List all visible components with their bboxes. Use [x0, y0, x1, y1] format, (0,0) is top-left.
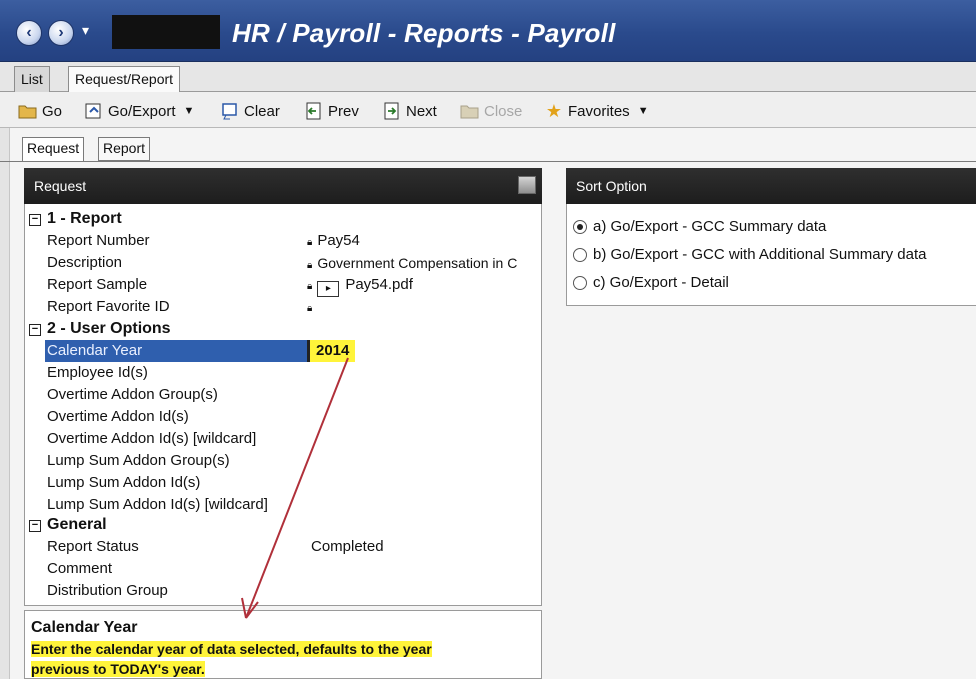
- lock-icon: 🔒︎: [307, 237, 313, 248]
- field-value[interactable]: 🔒︎ ▸ Pay54.pdf: [307, 274, 413, 298]
- field-label: Lump Sum Addon Group(s): [47, 452, 230, 469]
- sort-option-label: a) Go/Export - GCC Summary data: [593, 218, 827, 235]
- field-label: Description: [47, 254, 123, 271]
- next-label: Next: [406, 102, 437, 120]
- tab-report[interactable]: Report: [98, 137, 151, 161]
- back-arrow-icon[interactable]: ‹: [16, 20, 42, 46]
- tab-request[interactable]: Request: [22, 137, 85, 162]
- export-icon: [84, 102, 104, 120]
- favorites-button[interactable]: ★ Favorites ▼: [544, 100, 649, 122]
- group-user-options[interactable]: −2 - User Options: [29, 318, 171, 340]
- next-page-icon: [382, 102, 402, 120]
- field-value: 🔒︎: [307, 296, 317, 320]
- group-general[interactable]: − General: [29, 514, 107, 536]
- next-button[interactable]: Next: [382, 100, 437, 122]
- sort-option-label: b) Go/Export - GCC with Additional Summa…: [593, 246, 927, 263]
- title-bar: ‹ › ▾ HR / Payroll - Reports - Payroll: [0, 0, 976, 62]
- collapse-minus-icon[interactable]: −: [29, 520, 41, 532]
- field-label: Overtime Addon Group(s): [47, 386, 218, 403]
- radio-unselected[interactable]: [573, 248, 587, 262]
- lock-icon: 🔒︎: [307, 303, 313, 314]
- help-title: Calendar Year: [31, 619, 138, 636]
- clear-label: Clear: [244, 102, 280, 120]
- collapse-icon[interactable]: [518, 176, 536, 194]
- field-label: Lump Sum Addon Id(s): [47, 474, 201, 491]
- chevron-down-icon[interactable]: ▼: [184, 105, 195, 117]
- field-row[interactable]: Description 🔒︎ Government Compensation in…: [25, 252, 543, 274]
- pdf-icon: ▸: [317, 281, 340, 297]
- forward-arrow-icon[interactable]: ›: [48, 20, 74, 46]
- clear-button[interactable]: Clear: [220, 100, 280, 122]
- toolbar: Go Go/Export ▼ Clear Prev Next Close ★ F…: [0, 92, 976, 128]
- left-edge: [0, 128, 10, 679]
- favorites-label: Favorites: [568, 102, 630, 120]
- field-label: Distribution Group: [47, 582, 168, 599]
- tab-request-report[interactable]: Request/Report: [68, 66, 181, 93]
- sort-option-a[interactable]: a) Go/Export - GCC Summary data: [573, 216, 826, 238]
- clear-icon: [220, 102, 240, 120]
- field-label: Comment: [47, 560, 113, 577]
- help-text-line: Enter the calendar year of data selected…: [31, 641, 432, 657]
- radio-selected[interactable]: [573, 220, 587, 234]
- go-export-button[interactable]: Go/Export ▼: [84, 100, 194, 122]
- collapse-minus-icon[interactable]: −: [29, 324, 41, 336]
- help-panel: Calendar Year Enter the calendar year of…: [24, 610, 542, 679]
- close-button[interactable]: Close: [460, 100, 522, 122]
- field-row[interactable]: Report Favorite ID 🔒︎: [25, 296, 543, 318]
- close-label: Close: [484, 102, 523, 120]
- report-status-value: Completed: [311, 538, 384, 555]
- request-panel: −1 - Report Report Number 🔒︎ Pay54 Descri…: [24, 204, 542, 606]
- field-label: Overtime Addon Id(s): [47, 408, 189, 425]
- field-label: Report Sample: [47, 276, 148, 293]
- request-panel-title: Request: [34, 178, 87, 194]
- tab-list[interactable]: List: [14, 66, 50, 92]
- prev-label: Prev: [328, 102, 359, 120]
- field-label: Report Status: [47, 538, 139, 555]
- sort-option-b[interactable]: b) Go/Export - GCC with Additional Summa…: [573, 244, 926, 266]
- go-export-label: Go/Export: [108, 102, 176, 120]
- field-label: Employee Id(s): [47, 364, 148, 381]
- top-tab-row: List Request/Report: [0, 62, 976, 93]
- field-row-calendar-year[interactable]: Calendar Year 2014: [25, 340, 543, 362]
- lock-icon: 🔒︎: [307, 260, 313, 271]
- sort-panel-header: Sort Option: [566, 168, 976, 204]
- folder-go-icon: [18, 102, 38, 120]
- help-text-line: previous to TODAY's year.: [31, 661, 205, 677]
- go-button[interactable]: Go: [18, 100, 62, 122]
- sort-panel-title: Sort Option: [576, 178, 647, 194]
- nav-menu-caret[interactable]: ▾: [82, 22, 89, 39]
- redacted-block: [112, 15, 220, 49]
- field-row[interactable]: Report Status Completed: [25, 536, 543, 558]
- request-panel-header: Request: [24, 168, 542, 204]
- sort-panel: a) Go/Export - GCC Summary data b) Go/Ex…: [566, 204, 976, 306]
- field-row[interactable]: Report Number 🔒︎ Pay54: [25, 230, 543, 252]
- window-title: HR / Payroll - Reports - Payroll: [232, 18, 616, 48]
- collapse-minus-icon[interactable]: −: [29, 214, 41, 226]
- field-value: 🔒︎ Pay54: [307, 232, 360, 249]
- field-value: 🔒︎ Government Compensation in C: [307, 255, 518, 271]
- sort-option-c[interactable]: c) Go/Export - Detail: [573, 272, 729, 294]
- subtab-divider: [0, 161, 976, 162]
- go-label: Go: [42, 102, 63, 120]
- calendar-year-input[interactable]: 2014: [307, 340, 356, 362]
- field-label: Report Favorite ID: [47, 298, 170, 315]
- group-report[interactable]: −1 - Report: [29, 208, 122, 230]
- prev-page-icon: [304, 102, 324, 120]
- sort-option-label: c) Go/Export - Detail: [593, 274, 729, 291]
- help-text: Enter the calendar year of data selected…: [31, 639, 535, 679]
- field-label: Calendar Year: [45, 340, 307, 362]
- prev-button[interactable]: Prev: [304, 100, 359, 122]
- chevron-down-icon[interactable]: ▼: [638, 105, 649, 117]
- lock-icon: 🔒︎: [307, 281, 313, 292]
- field-label: Overtime Addon Id(s) [wildcard]: [47, 430, 257, 447]
- field-label: Report Number: [47, 232, 150, 249]
- field-label: Lump Sum Addon Id(s) [wildcard]: [47, 496, 268, 513]
- field-row[interactable]: Report Sample 🔒︎ ▸ Pay54.pdf: [25, 274, 543, 298]
- radio-unselected[interactable]: [573, 276, 587, 290]
- star-icon: ★: [545, 100, 563, 121]
- close-folder-icon: [460, 102, 480, 120]
